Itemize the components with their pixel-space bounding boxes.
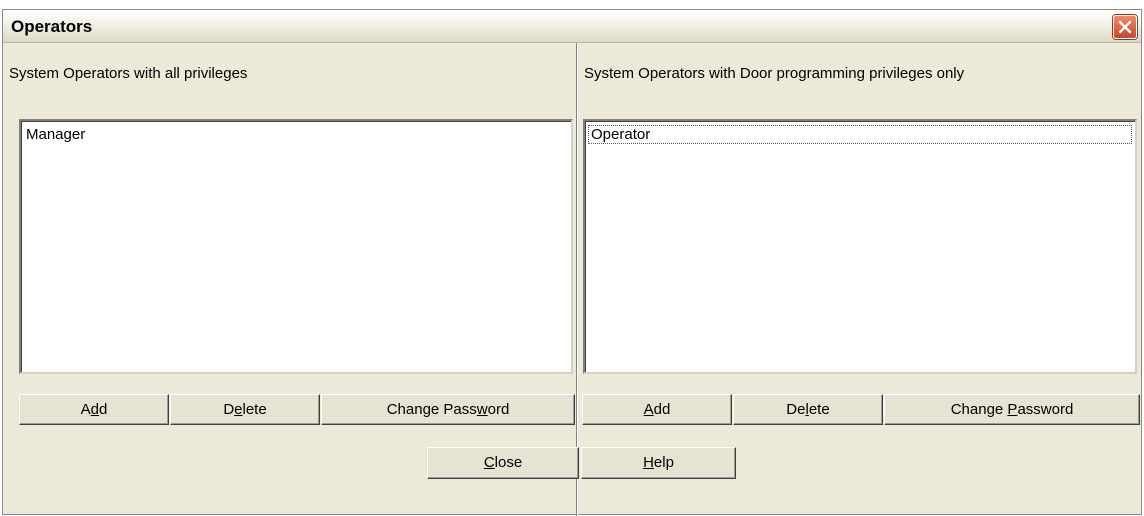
list-item[interactable]: Manager — [24, 125, 85, 144]
right-delete-button[interactable]: Delete — [733, 394, 883, 425]
right-change-password-button[interactable]: Change Password — [884, 394, 1140, 425]
window-title: Operators — [11, 17, 93, 36]
operators-dialog: Operators System Operators with all priv… — [2, 9, 1142, 516]
left-add-button[interactable]: Add — [19, 394, 169, 425]
door-privileges-label: System Operators with Door programming p… — [584, 65, 965, 82]
all-privileges-panel: System Operators with all privileges Man… — [3, 43, 576, 428]
left-change-password-button[interactable]: Change Password — [321, 394, 575, 425]
all-privileges-label: System Operators with all privileges — [9, 65, 248, 82]
list-item[interactable]: Operator — [588, 125, 1132, 144]
window-close-button[interactable] — [1113, 15, 1137, 39]
close-icon — [1118, 20, 1132, 34]
title-bar[interactable]: Operators — [3, 10, 1141, 43]
close-button[interactable]: Close — [427, 447, 579, 479]
help-button[interactable]: Help — [581, 447, 736, 479]
left-delete-button[interactable]: Delete — [170, 394, 320, 425]
door-privileges-list[interactable]: Operator — [583, 119, 1137, 374]
all-privileges-list[interactable]: Manager — [19, 119, 573, 374]
door-privileges-panel: System Operators with Door programming p… — [578, 43, 1141, 428]
right-add-button[interactable]: Add — [582, 394, 732, 425]
